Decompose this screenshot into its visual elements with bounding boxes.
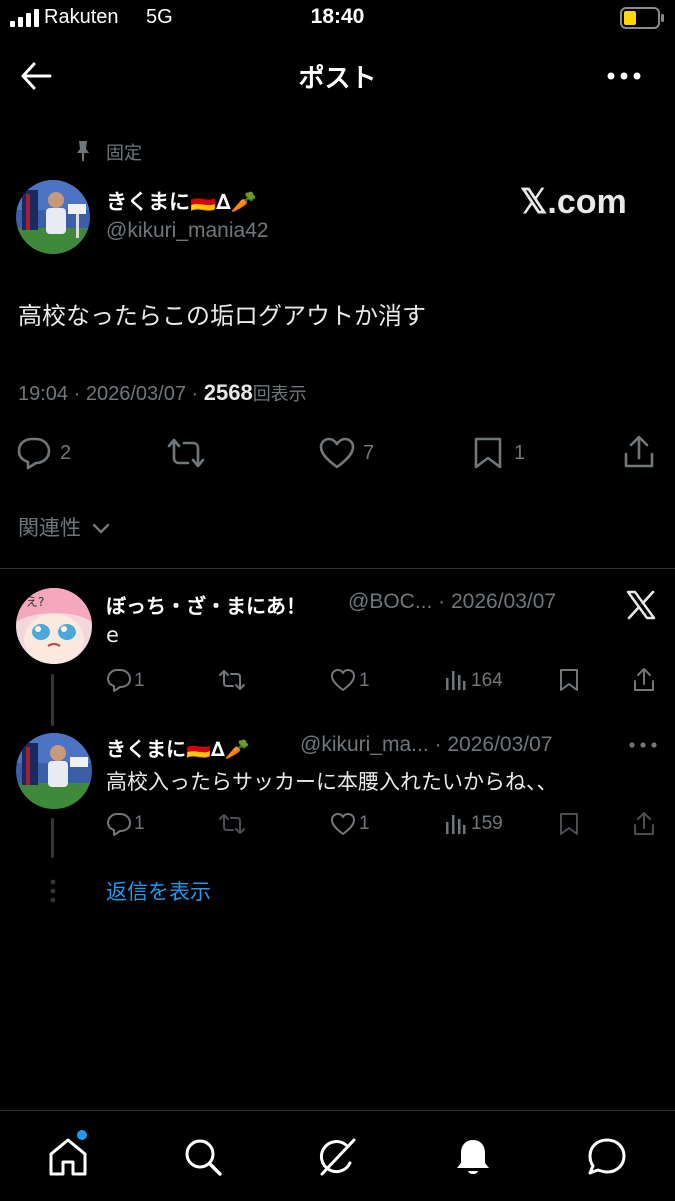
- bookmark-icon[interactable]: [558, 668, 580, 692]
- bookmark-action[interactable]: [472, 436, 504, 474]
- views-count: 159: [471, 813, 503, 834]
- views-label: 回表示: [252, 384, 307, 405]
- thread-line: [51, 818, 54, 858]
- reply-text: e: [106, 623, 119, 647]
- author-avatar[interactable]: [16, 180, 90, 254]
- battery-icon: [620, 7, 664, 29]
- thread-line: [51, 674, 54, 726]
- reply-handle-text: @kikuri_ma...: [300, 733, 429, 756]
- x-logo-icon: [626, 590, 656, 620]
- like-count: 7: [363, 442, 375, 464]
- share-icon[interactable]: [632, 667, 656, 693]
- tab-search[interactable]: [182, 1136, 224, 1182]
- post-text: 高校なったらこの垢ログアウトか消す: [18, 302, 426, 330]
- reply-author-name[interactable]: きくまに🇩🇪∆🥕: [106, 733, 250, 762]
- pin-icon: [77, 141, 89, 161]
- tab-grok[interactable]: [316, 1136, 358, 1182]
- like-action[interactable]: [318, 436, 356, 474]
- heart-icon[interactable]: [330, 668, 356, 692]
- meta-dot: ·: [191, 383, 204, 405]
- views-count: 2568: [203, 380, 253, 405]
- pinned-label: 固定: [106, 143, 142, 164]
- share-icon[interactable]: [632, 811, 656, 837]
- show-replies-link[interactable]: 返信を表示: [106, 876, 211, 906]
- status-time: 18:40: [310, 5, 365, 28]
- avatar-image: [16, 733, 92, 809]
- reply-icon: [17, 437, 51, 470]
- post-date: 2026/03/07: [85, 383, 186, 405]
- sort-label: 関連性: [18, 516, 81, 540]
- bookmark-icon[interactable]: [558, 812, 580, 836]
- thread-dots-icon: [50, 879, 56, 903]
- repost-icon[interactable]: [218, 812, 246, 836]
- reply-avatar[interactable]: [16, 733, 92, 809]
- chevron-down-icon: [92, 523, 109, 534]
- views-icon[interactable]: [444, 813, 466, 835]
- heart-icon: [319, 437, 355, 469]
- repost-icon[interactable]: [218, 668, 246, 692]
- reply-date: 2026/03/07: [451, 590, 557, 613]
- share-icon: [624, 435, 654, 468]
- bookmark-count: 1: [514, 442, 526, 464]
- more-icon[interactable]: [628, 740, 658, 750]
- svg-text:え?: え?: [26, 595, 44, 609]
- author-name[interactable]: きくまに🇩🇪∆🥕: [106, 186, 257, 216]
- like-count: 1: [359, 813, 370, 834]
- notification-dot: [77, 1130, 87, 1140]
- grok-icon: [319, 1138, 356, 1176]
- reply-count: 2: [60, 442, 72, 464]
- post-time: 19:04: [18, 383, 69, 405]
- like-count: 1: [359, 670, 370, 691]
- post-meta: 19:04 · 2026/03/07 · 2568回表示: [18, 380, 307, 406]
- tab-home[interactable]: [47, 1130, 89, 1182]
- reply-action[interactable]: [16, 436, 52, 474]
- heart-icon[interactable]: [330, 812, 356, 836]
- views-icon[interactable]: [444, 669, 466, 691]
- tab-messages[interactable]: [586, 1136, 628, 1182]
- bell-icon: [457, 1140, 489, 1174]
- reply-handle-text: @BOC...: [348, 590, 433, 613]
- repost-icon: [167, 438, 205, 468]
- x-brand-label: 𝕏.com: [520, 183, 627, 221]
- share-action[interactable]: [622, 434, 656, 474]
- chat-bubble-icon: [588, 1138, 626, 1175]
- bookmark-icon: [474, 437, 502, 469]
- reply-author-handle[interactable]: @kikuri_ma... · 2026/03/07: [300, 733, 552, 757]
- tab-notifications[interactable]: [452, 1136, 494, 1182]
- reply-author-name[interactable]: ぼっち・ざ・まにあ！: [106, 590, 306, 619]
- avatar-image: [16, 180, 90, 254]
- repost-action[interactable]: [166, 436, 206, 474]
- author-handle[interactable]: @kikuri_mania42: [106, 219, 269, 243]
- page-title: ポスト: [298, 64, 377, 94]
- anime-avatar-image: え?: [16, 588, 92, 664]
- bottom-tab-bar: [0, 1110, 675, 1201]
- reply-count: 1: [134, 813, 145, 834]
- reply-text: 高校入ったらサッカーに本腰入れたいからね、、: [106, 770, 558, 794]
- views-count: 164: [471, 670, 503, 691]
- reply-author-handle[interactable]: @BOC... · 2026/03/07: [348, 590, 556, 614]
- divider: [0, 568, 675, 569]
- status-bar: Rakuten 5G 18:40: [0, 0, 675, 38]
- reply-date: 2026/03/07: [447, 733, 553, 756]
- search-icon: [185, 1139, 222, 1176]
- sort-relevance-dropdown[interactable]: 関連性: [18, 512, 110, 542]
- reply-icon[interactable]: [106, 668, 132, 692]
- reply-icon[interactable]: [106, 812, 132, 836]
- more-icon[interactable]: [606, 70, 642, 82]
- reply-count: 1: [134, 670, 145, 691]
- reply-avatar[interactable]: え?: [16, 588, 92, 664]
- home-icon: [49, 1138, 87, 1176]
- meta-dot: ·: [73, 383, 86, 405]
